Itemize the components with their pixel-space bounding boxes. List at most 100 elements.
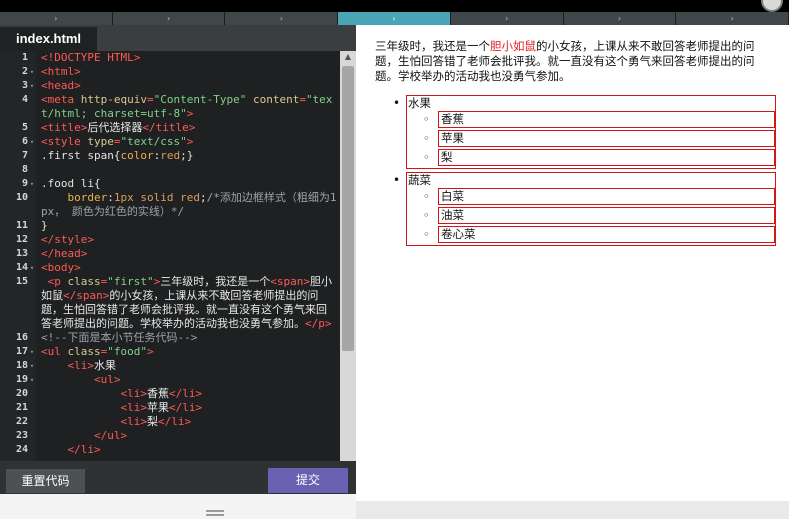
code-token: : xyxy=(107,191,114,204)
editor-tab-bar: index.html xyxy=(0,25,356,51)
code-line[interactable]: 19 ▾ <ul> xyxy=(0,373,340,387)
code-token: <ul xyxy=(41,345,68,358)
food-category-label: 水果 xyxy=(408,96,431,110)
code-line[interactable]: 18 ▾ <li>水果 xyxy=(0,359,340,373)
rendered-preview: 三年级时，我还是一个胆小如鼠的小女孩，上课从来不敢回答老师提出的问题，生怕回答错… xyxy=(375,39,777,249)
code-line[interactable]: 24 </li> xyxy=(0,443,340,457)
fold-arrow-icon[interactable]: ▾ xyxy=(28,135,36,149)
code-editor-panel: index.html 1 <!DOCTYPE HTML> 2 ▾ <html> 3 ▾ <he… xyxy=(0,25,356,519)
progress-step[interactable]: › xyxy=(563,12,677,25)
fold-arrow-icon[interactable]: ▾ xyxy=(28,177,36,191)
code-line[interactable]: 1 <!DOCTYPE HTML> xyxy=(0,51,340,65)
line-number: 23 xyxy=(15,430,28,441)
code-token: .first span xyxy=(41,149,114,162)
user-avatar[interactable] xyxy=(761,0,783,12)
code-editor[interactable]: 1 <!DOCTYPE HTML> 2 ▾ <html> 3 ▾ <head> 4 <meta h… xyxy=(0,51,340,486)
resize-grip-icon[interactable] xyxy=(206,510,224,516)
code-line[interactable]: 12 </style> xyxy=(0,233,340,247)
code-token: class xyxy=(67,345,101,358)
progress-step[interactable]: › xyxy=(112,12,226,25)
top-bar xyxy=(0,0,789,12)
scroll-up-arrow-icon[interactable]: ▲ xyxy=(340,51,356,63)
line-number: 1 xyxy=(21,52,28,63)
code-line[interactable]: 10 border:1px solid red;/*添加边框样式（粗细为1px，… xyxy=(0,191,340,219)
code-line[interactable]: 13 </head> xyxy=(0,247,340,261)
code-line[interactable]: 2 ▾ <html> xyxy=(0,65,340,79)
fold-arrow-icon[interactable]: ▾ xyxy=(28,359,36,373)
scrollbar-thumb[interactable] xyxy=(342,66,354,351)
code-token: <li> xyxy=(41,359,95,372)
code-token: class xyxy=(67,275,101,288)
code-token: <!--下面是本小节任务代码--> xyxy=(41,331,198,344)
line-number: 2 xyxy=(21,66,28,77)
code-token: </p> xyxy=(305,317,332,330)
code-line[interactable]: 8 xyxy=(0,163,340,177)
code-line[interactable]: 20 <li>香蕉</li> xyxy=(0,387,340,401)
progress-step[interactable]: › xyxy=(450,12,564,25)
progress-step[interactable]: › xyxy=(0,12,113,25)
code-line[interactable]: 22 <li>梨</li> xyxy=(0,415,340,429)
code-token: </ul> xyxy=(41,429,128,442)
progress-step[interactable]: › xyxy=(338,12,451,25)
line-number: 6 xyxy=(21,136,28,147)
fold-arrow-icon[interactable]: ▾ xyxy=(28,261,36,275)
reset-code-button[interactable]: 重置代码 xyxy=(6,469,85,493)
preview-panel: 三年级时，我还是一个胆小如鼠的小女孩，上课从来不敢回答老师提出的问题，生怕回答错… xyxy=(356,25,789,501)
line-number: 20 xyxy=(15,388,28,399)
fold-arrow-icon[interactable]: ▾ xyxy=(28,373,36,387)
line-number: 8 xyxy=(21,164,28,175)
code-line[interactable]: 17 ▾ <ul class="food"> xyxy=(0,345,340,359)
code-text: <!DOCTYPE HTML> xyxy=(36,51,340,65)
code-line[interactable]: 7 .first span{color:red;} xyxy=(0,149,340,163)
chevron-right-icon: › xyxy=(54,14,58,23)
code-text: <body> xyxy=(36,261,340,275)
code-token: 香蕉 xyxy=(146,387,169,400)
code-line[interactable]: 11} xyxy=(0,219,340,233)
code-text: .first span{color:red;} xyxy=(36,149,340,163)
code-text: } xyxy=(36,219,340,233)
food-list: 水果香蕉苹果梨蔬菜白菜油菜卷心菜 xyxy=(375,95,777,246)
code-line[interactable]: 16 <!--下面是本小节任务代码--> xyxy=(0,331,340,345)
preview-footer xyxy=(356,501,789,519)
code-line[interactable]: 15 <p class="first">三年级时，我还是一个<span>胆小如鼠… xyxy=(0,275,340,331)
tab-index-html[interactable]: index.html xyxy=(0,27,97,51)
line-number: 4 xyxy=(21,94,28,105)
code-line[interactable]: 3 ▾ <head> xyxy=(0,79,340,93)
code-content[interactable]: 1 <!DOCTYPE HTML> 2 ▾ <html> 3 ▾ <head> 4 <meta h… xyxy=(0,51,340,457)
preview-paragraph: 三年级时，我还是一个胆小如鼠的小女孩，上课从来不敢回答老师提出的问题，生怕回答错… xyxy=(375,39,777,84)
code-token: "text/css" xyxy=(120,135,187,148)
fold-arrow-icon[interactable]: ▾ xyxy=(28,345,36,359)
fold-arrow-icon[interactable]: ▾ xyxy=(28,65,36,79)
editor-scrollbar[interactable]: ▲ ▼ xyxy=(340,51,356,486)
code-line[interactable]: 14 ▾ <body> xyxy=(0,261,340,275)
code-text: <html> xyxy=(36,65,340,79)
code-token: <title> xyxy=(41,121,88,134)
code-line[interactable]: 21 <li>苹果</li> xyxy=(0,401,340,415)
code-token: "Content-Type" xyxy=(153,93,247,106)
code-token: </title> xyxy=(142,121,196,134)
line-number: 5 xyxy=(21,122,28,133)
food-item: 梨 xyxy=(423,149,775,166)
progress-step[interactable]: › xyxy=(225,12,339,25)
code-line[interactable]: 6 ▾ <style type="text/css"> xyxy=(0,135,340,149)
line-number: 21 xyxy=(15,402,28,413)
code-line[interactable]: 4 <meta http-equiv="Content-Type" content… xyxy=(0,93,340,121)
code-line[interactable]: 5 <title>后代选择器</title> xyxy=(0,121,340,135)
food-sublist: 白菜油菜卷心菜 xyxy=(408,188,775,243)
submit-button[interactable]: 提交 xyxy=(268,468,348,493)
code-token: type xyxy=(87,135,114,148)
fold-arrow-icon[interactable]: ▾ xyxy=(28,79,36,93)
line-number: 9 xyxy=(21,178,28,189)
code-text: <li>苹果</li> xyxy=(36,401,340,415)
progress-step[interactable]: › xyxy=(676,12,789,25)
food-category-label: 蔬菜 xyxy=(408,173,431,187)
code-token: ;} xyxy=(180,149,194,162)
code-line[interactable]: 9 ▾ .food li{ xyxy=(0,177,340,191)
line-number: 15 xyxy=(15,276,28,287)
code-token: 三年级时，我还是一个 xyxy=(160,275,271,288)
code-text: <li>梨</li> xyxy=(36,415,340,429)
code-line[interactable]: 23 </ul> xyxy=(0,429,340,443)
code-token: > xyxy=(186,107,194,120)
food-item: 香蕉 xyxy=(423,111,775,128)
